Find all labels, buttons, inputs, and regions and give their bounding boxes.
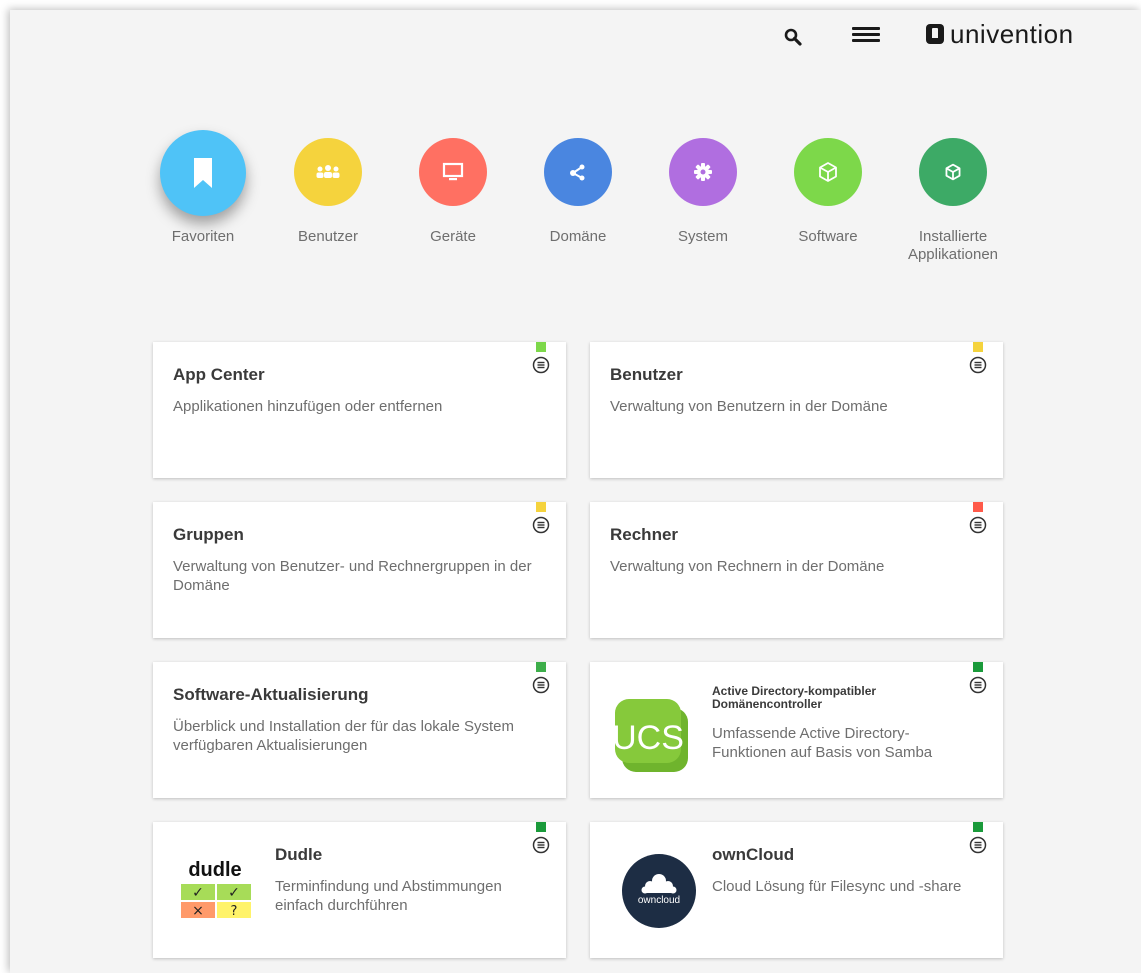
box-icon [819, 162, 837, 182]
dudle-logo-text: dudle [188, 860, 241, 881]
tile-benutzer[interactable]: Benutzer Verwaltung von Benutzern in der… [590, 342, 1003, 478]
category-installierte-applikationen[interactable]: Installierte Applikationen [888, 130, 1018, 264]
category-circle [294, 138, 362, 206]
tile-owncloud[interactable]: owncloud ownCloud Cloud Lösung für Files… [590, 822, 1003, 958]
owncloud-logo-text: owncloud [638, 895, 680, 906]
gear-icon [694, 163, 712, 181]
tile-menu-icon[interactable] [969, 516, 987, 534]
category-software[interactable]: Software [763, 130, 893, 246]
tile-description: Applikationen hinzufügen oder entfernen [173, 398, 443, 415]
category-label: Geräte [430, 228, 476, 245]
category-label: Domäne [549, 228, 607, 245]
tile-software-aktualisierung[interactable]: Software-Aktualisierung Überblick und In… [153, 662, 566, 798]
tile-rechner[interactable]: Rechner Verwaltung von Rechnern in der D… [590, 502, 1003, 638]
tile-title: Software-Aktualisierung [173, 685, 369, 704]
tile-app-center[interactable]: App Center Applikationen hinzufügen oder… [153, 342, 566, 478]
category-circle [544, 138, 612, 206]
tile-menu-icon[interactable] [969, 356, 987, 374]
category-circle [160, 130, 246, 216]
tile-title: Gruppen [173, 525, 244, 544]
category-circle [919, 138, 987, 206]
tile-dudle[interactable]: dudle ✓ ✓ × ? Dudle Terminfindung und Ab… [153, 822, 566, 958]
tile-title: Rechner [610, 525, 679, 544]
hamburger-menu-icon[interactable] [852, 24, 880, 48]
tile-menu-icon[interactable] [532, 516, 550, 534]
category-label: Installierte Applikationen [888, 228, 1018, 264]
category-benutzer[interactable]: Benutzer [263, 130, 393, 246]
category-circle [794, 138, 862, 206]
category-domaene[interactable]: Domäne [513, 130, 643, 246]
tile-description: Verwaltung von Rechnern in der Domäne [610, 558, 885, 575]
tile-gruppen[interactable]: Gruppen Verwaltung von Benutzer- und Rec… [153, 502, 566, 638]
category-label-line-2: Applikationen [907, 246, 999, 263]
tile-description: Verwaltung von Benutzer- und Rechnergrup… [173, 558, 532, 594]
dudle-cell: ✓ [192, 885, 204, 901]
app-frame: univention Favoriten Benutzer Geräte Dom… [10, 10, 1141, 973]
bookmark-icon [536, 502, 546, 516]
bookmark-icon [536, 822, 546, 836]
category-label: Favoriten [171, 228, 235, 245]
tile-description: Verwaltung von Benutzern in der Domäne [610, 398, 888, 415]
brand-name: univention [950, 18, 1074, 49]
category-geraete[interactable]: Geräte [388, 130, 518, 246]
tile-active-directory[interactable]: UCS Active Directory-kompatibler Domänen… [590, 662, 1003, 798]
share-icon [570, 164, 585, 181]
bookmark-icon [536, 662, 546, 676]
tile-description: Umfassende Active Directory-Funktionen a… [712, 725, 933, 761]
category-label: System [677, 228, 728, 245]
tile-menu-icon[interactable] [532, 356, 550, 374]
tile-title: Benutzer [610, 365, 683, 384]
monitor-icon [442, 162, 464, 181]
ucs-logo-text: UCS [612, 719, 684, 757]
bookmark-icon [536, 342, 546, 356]
tile-title: Active Directory-kompatibler Domänencont… [712, 684, 877, 711]
bookmark-icon [973, 502, 983, 516]
univention-logo: univention [926, 18, 1074, 50]
dudle-cell: ✓ [228, 885, 240, 901]
univention-logo-mark [926, 24, 944, 44]
tile-description: Terminfindung und Abstimmungen einfach d… [275, 878, 502, 914]
category-label: Software [798, 228, 858, 245]
category-system[interactable]: System [638, 130, 768, 246]
owncloud-logo: owncloud [620, 852, 700, 932]
tile-title: Dudle [275, 845, 323, 864]
category-favoriten[interactable]: Favoriten [138, 130, 268, 246]
dudle-cell: ? [231, 904, 238, 919]
tile-title: App Center [173, 365, 265, 384]
dudle-cell: × [192, 903, 204, 919]
search-icon[interactable] [782, 26, 806, 50]
ucs-logo: UCS [612, 696, 692, 776]
tile-description: Überblick und Installation der für das l… [173, 718, 515, 754]
users-icon [316, 165, 340, 178]
category-label-line-1: Installierte [918, 228, 988, 245]
dudle-logo: dudle ✓ ✓ × ? [175, 859, 255, 940]
bookmark-icon [973, 822, 983, 836]
bookmark-icon [194, 158, 212, 188]
bookmark-icon [973, 342, 983, 356]
category-circle [419, 138, 487, 206]
category-circle [669, 138, 737, 206]
box-icon [945, 163, 961, 181]
tile-title: ownCloud [712, 845, 795, 864]
tile-description: Cloud Lösung für Filesync und -share [712, 878, 962, 895]
tile-menu-icon[interactable] [532, 676, 550, 694]
category-label: Benutzer [297, 228, 359, 245]
bookmark-icon [973, 662, 983, 676]
